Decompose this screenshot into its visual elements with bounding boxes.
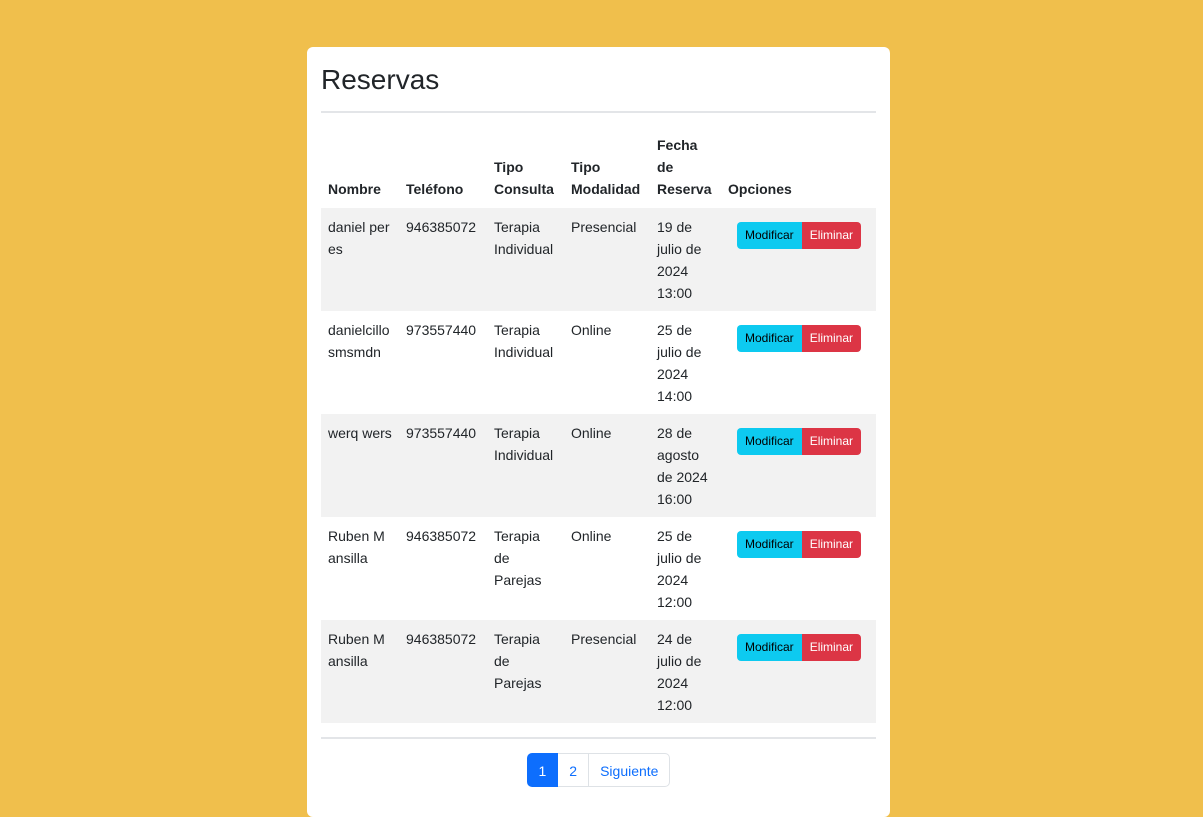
modify-button[interactable]: Modificar bbox=[737, 325, 802, 352]
row-actions: Modificar Eliminar bbox=[737, 222, 869, 249]
cell-tipo-consulta: Terapia de Parejas bbox=[487, 620, 564, 723]
delete-button[interactable]: Eliminar bbox=[801, 222, 862, 249]
modify-button[interactable]: Modificar bbox=[737, 531, 802, 558]
table-row: daniel peres 946385072 Terapia Individua… bbox=[321, 208, 876, 311]
cell-tipo-consulta: Terapia Individual bbox=[487, 208, 564, 311]
delete-button[interactable]: Eliminar bbox=[801, 531, 862, 558]
table-row: Ruben Mansilla 946385072 Terapia de Pare… bbox=[321, 620, 876, 723]
row-actions: Modificar Eliminar bbox=[737, 531, 869, 558]
cell-telefono: 946385072 bbox=[406, 528, 477, 544]
cell-tipo-modalidad: Online bbox=[571, 322, 612, 338]
table-row: danielcillosmsmdn 973557440 Terapia Indi… bbox=[321, 311, 876, 414]
header-telefono: Teléfono bbox=[406, 181, 464, 197]
cell-nombre: Ruben Mansilla bbox=[321, 620, 399, 723]
cell-tipo-modalidad: Presencial bbox=[564, 208, 650, 311]
modify-button[interactable]: Modificar bbox=[737, 428, 802, 455]
modify-button[interactable]: Modificar bbox=[737, 222, 802, 249]
pagination: 1 2 Siguiente bbox=[321, 753, 876, 787]
cell-fecha-reserva: 19 de julio de 2024 13:00 bbox=[650, 208, 721, 311]
cell-nombre: werq wers bbox=[321, 414, 399, 517]
cell-tipo-modalidad: Online bbox=[571, 528, 612, 544]
cell-opciones: Modificar Eliminar bbox=[721, 517, 876, 620]
modify-button[interactable]: Modificar bbox=[737, 634, 802, 661]
cell-opciones: Modificar Eliminar bbox=[721, 414, 876, 517]
header-fecha-reserva: Fecha de Reserva bbox=[657, 137, 712, 197]
header-opciones: Opciones bbox=[728, 181, 792, 197]
delete-button[interactable]: Eliminar bbox=[801, 325, 862, 352]
cell-telefono: 973557440 bbox=[399, 414, 487, 517]
page-link-1[interactable]: 1 bbox=[526, 753, 559, 787]
cell-nombre: daniel peres bbox=[321, 208, 399, 311]
cell-tipo-consulta: Terapia Individual bbox=[494, 322, 554, 360]
row-actions: Modificar Eliminar bbox=[737, 634, 869, 661]
header-tipo-consulta: Tipo Consulta bbox=[494, 159, 554, 197]
cell-tipo-modalidad: Presencial bbox=[564, 620, 650, 723]
cell-fecha-reserva: 28 de agosto de 2024 16:00 bbox=[650, 414, 721, 517]
table-bottom-divider bbox=[321, 737, 876, 739]
row-actions: Modificar Eliminar bbox=[737, 428, 869, 455]
next-page-link[interactable]: Siguiente bbox=[589, 753, 671, 787]
cell-tipo-consulta: Terapia de Parejas bbox=[494, 528, 542, 588]
cell-telefono: 973557440 bbox=[406, 322, 477, 338]
cell-opciones: Modificar Eliminar bbox=[721, 311, 876, 414]
cell-telefono: 946385072 bbox=[399, 208, 487, 311]
cell-tipo-consulta: Terapia Individual bbox=[487, 414, 564, 517]
cell-tipo-modalidad: Online bbox=[564, 414, 650, 517]
reservas-card: Reservas Nombre Teléfono Tipo Consulta T… bbox=[307, 47, 890, 817]
header-tipo-modalidad: Tipo Modalidad bbox=[571, 159, 641, 197]
row-actions: Modificar Eliminar bbox=[737, 325, 869, 352]
cell-opciones: Modificar Eliminar bbox=[721, 620, 876, 723]
page-link-2[interactable]: 2 bbox=[558, 753, 590, 787]
table-row: werq wers 973557440 Terapia Individual O… bbox=[321, 414, 876, 517]
header-nombre: Nombre bbox=[328, 181, 381, 197]
page-title: Reservas bbox=[321, 64, 440, 95]
cell-nombre: Ruben Mansilla bbox=[328, 528, 385, 566]
delete-button[interactable]: Eliminar bbox=[801, 634, 862, 661]
cell-fecha-reserva: 25 de julio de 2024 12:00 bbox=[657, 528, 702, 610]
cell-fecha-reserva: 24 de julio de 2024 12:00 bbox=[650, 620, 721, 723]
cell-fecha-reserva: 25 de julio de 2024 14:00 bbox=[657, 322, 702, 404]
cell-nombre: danielcillosmsmdn bbox=[328, 322, 390, 360]
cell-telefono: 946385072 bbox=[399, 620, 487, 723]
table-row: Ruben Mansilla 946385072 Terapia de Pare… bbox=[321, 517, 876, 620]
table-header-row: Nombre Teléfono Tipo Consulta Tipo Modal… bbox=[321, 113, 876, 208]
reservas-table: Nombre Teléfono Tipo Consulta Tipo Modal… bbox=[321, 113, 876, 723]
delete-button[interactable]: Eliminar bbox=[801, 428, 862, 455]
cell-opciones: Modificar Eliminar bbox=[721, 208, 876, 311]
